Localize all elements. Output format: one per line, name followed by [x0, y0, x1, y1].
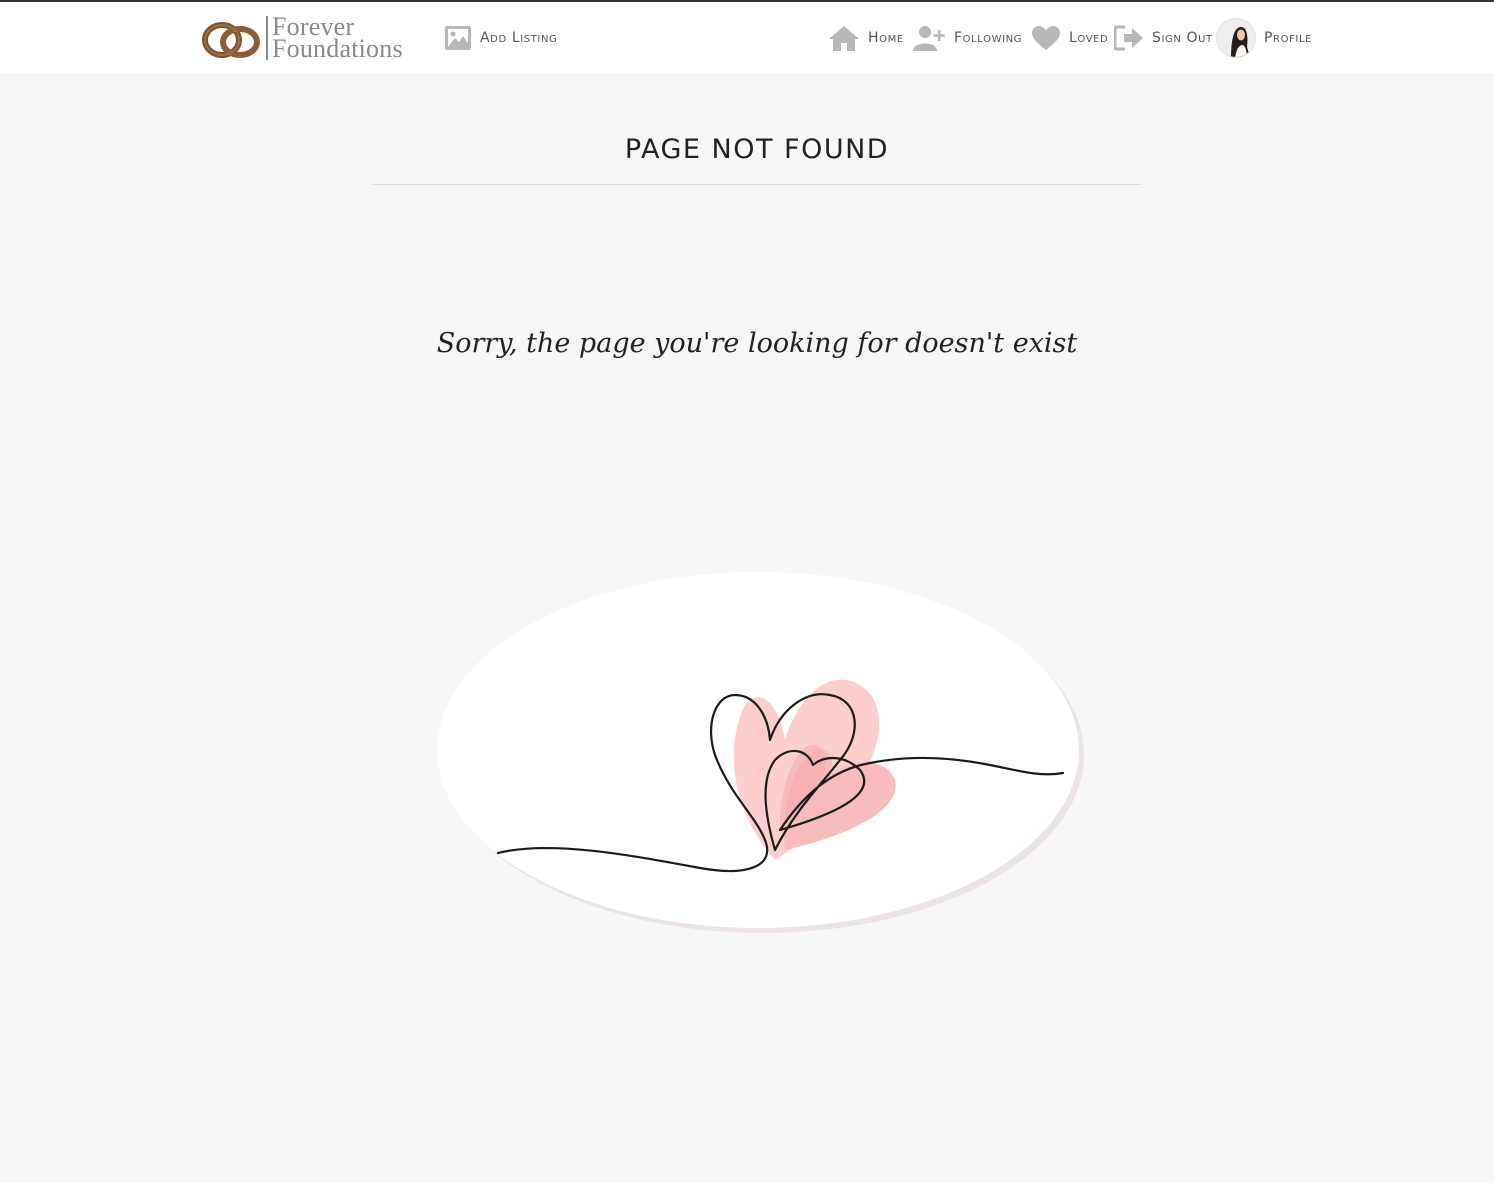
sign-out-icon [1114, 25, 1144, 51]
image-icon [444, 25, 472, 51]
nav-home[interactable]: Home [828, 18, 904, 58]
nav-sign-out-label: Sign Out [1152, 30, 1213, 46]
heart-icon [1031, 25, 1061, 51]
hearts-illustration [437, 572, 1084, 933]
user-plus-icon [912, 24, 946, 52]
nav-add-listing[interactable]: Add Listing [444, 18, 557, 58]
page-title: PAGE NOT FOUND [624, 134, 890, 165]
nav-loved[interactable]: Loved [1031, 18, 1108, 58]
nav-profile[interactable]: Profile [1216, 18, 1312, 58]
nav-add-listing-label: Add Listing [480, 30, 558, 46]
rings-logo-icon [202, 22, 260, 58]
page-title-section: PAGE NOT FOUND [373, 120, 1141, 185]
nav-profile-label: Profile [1264, 30, 1313, 46]
nav-loved-label: Loved [1069, 30, 1109, 46]
brand-name: Forever Foundations [272, 14, 403, 63]
nav-following-label: Following [954, 30, 1023, 46]
brand-divider [266, 16, 268, 60]
not-found-message: Sorry, the page you're looking for doesn… [436, 328, 1078, 359]
avatar [1216, 18, 1256, 58]
nav-sign-out[interactable]: Sign Out [1114, 18, 1213, 58]
brand-logo[interactable]: Forever Foundations [200, 14, 403, 62]
brand-name-line2: Foundations [272, 34, 403, 63]
nav-home-label: Home [868, 30, 904, 46]
home-icon [828, 24, 860, 52]
nav-following[interactable]: Following [912, 18, 1022, 58]
navbar: Forever Foundations Add Listing Home Fol… [0, 2, 1494, 73]
